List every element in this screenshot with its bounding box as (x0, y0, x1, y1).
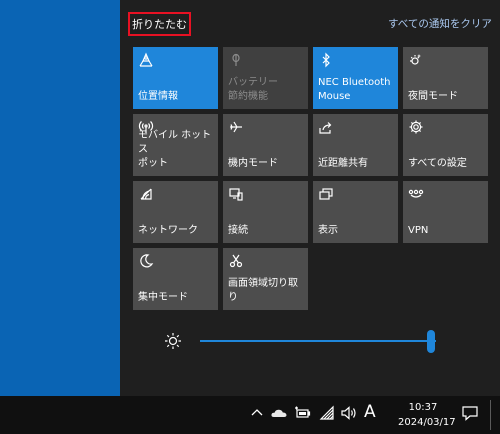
tile-label: 接続 (228, 225, 248, 236)
tile-label: 位置情報 (138, 91, 178, 102)
project-icon (318, 186, 334, 202)
tile-mobile-hotspot[interactable]: モバイル ホットス ポット (133, 114, 218, 176)
tile-label: モバイル ホットス ポット (138, 130, 212, 169)
tile-project[interactable]: 表示 (313, 181, 398, 243)
battery-icon[interactable] (293, 404, 311, 422)
ime-indicator[interactable]: A (364, 402, 376, 422)
tile-airplane-mode[interactable]: 機内モード (223, 114, 308, 176)
tile-battery-saver[interactable]: バッテリー 節約機能 (223, 47, 308, 109)
tile-label: 表示 (318, 225, 338, 236)
bluetooth-icon (318, 52, 334, 68)
brightness-thumb[interactable] (427, 330, 436, 353)
tile-label: 機内モード (228, 158, 278, 169)
nearby-share-icon (318, 119, 334, 135)
tile-label: NEC Bluetooth Mouse (318, 77, 391, 102)
tile-label: 集中モード (138, 292, 188, 303)
tile-night-light[interactable]: 夜間モード (403, 47, 488, 109)
wifi-network-icon[interactable] (318, 404, 336, 422)
show-desktop-button[interactable] (490, 400, 491, 430)
tile-focus-assist[interactable]: 集中モード (133, 248, 218, 310)
tile-label: 画面領域切り取 り (228, 278, 298, 303)
tile-nearby-share[interactable]: 近距離共有 (313, 114, 398, 176)
location-icon (138, 52, 154, 68)
tile-label: ネットワーク (138, 225, 198, 236)
network-icon (138, 186, 154, 202)
brightness-slider[interactable] (160, 328, 450, 354)
vpn-icon (408, 186, 424, 202)
tile-connect[interactable]: 接続 (223, 181, 308, 243)
brightness-track[interactable] (200, 340, 436, 342)
volume-speaker-icon[interactable] (340, 404, 358, 422)
focus-moon-icon (138, 253, 154, 269)
action-center-button[interactable] (452, 396, 488, 434)
clock-date: 2024/03/17 (398, 417, 456, 428)
desktop-background (0, 0, 120, 396)
tile-label: 夜間モード (408, 91, 458, 102)
tile-all-settings[interactable]: すべての設定 (403, 114, 488, 176)
tile-vpn[interactable]: VPN (403, 181, 488, 243)
settings-gear-icon (408, 119, 424, 135)
tile-screen-snip[interactable]: 画面領域切り取 り (223, 248, 308, 310)
brightness-sun-icon (164, 332, 182, 350)
tile-bluetooth[interactable]: NEC Bluetooth Mouse (313, 47, 398, 109)
notification-speech-bubble-icon (461, 404, 479, 426)
clock-time: 10:37 (408, 402, 438, 413)
tile-label: すべての設定 (408, 158, 467, 169)
tile-network[interactable]: ネットワーク (133, 181, 218, 243)
airplane-icon (228, 119, 244, 135)
taskbar: A 10:37 2024/03/17 (0, 396, 500, 434)
tile-location[interactable]: 位置情報 (133, 47, 218, 109)
tile-label: 近距離共有 (318, 158, 368, 169)
clock[interactable]: 10:37 2024/03/17 (398, 400, 456, 430)
night-light-icon (408, 52, 424, 68)
battery-saver-icon (228, 52, 244, 68)
collapse-button[interactable]: 折りたたむ (128, 12, 191, 36)
tile-label: VPN (408, 225, 429, 236)
clear-all-notifications-link[interactable]: すべての通知をクリア (388, 16, 492, 31)
onedrive-cloud-icon[interactable] (270, 404, 288, 422)
show-hidden-icons-chevron-up-icon[interactable] (248, 404, 266, 422)
snip-icon (228, 253, 244, 269)
tile-label: バッテリー 節約機能 (228, 77, 278, 102)
connect-icon (228, 186, 244, 202)
